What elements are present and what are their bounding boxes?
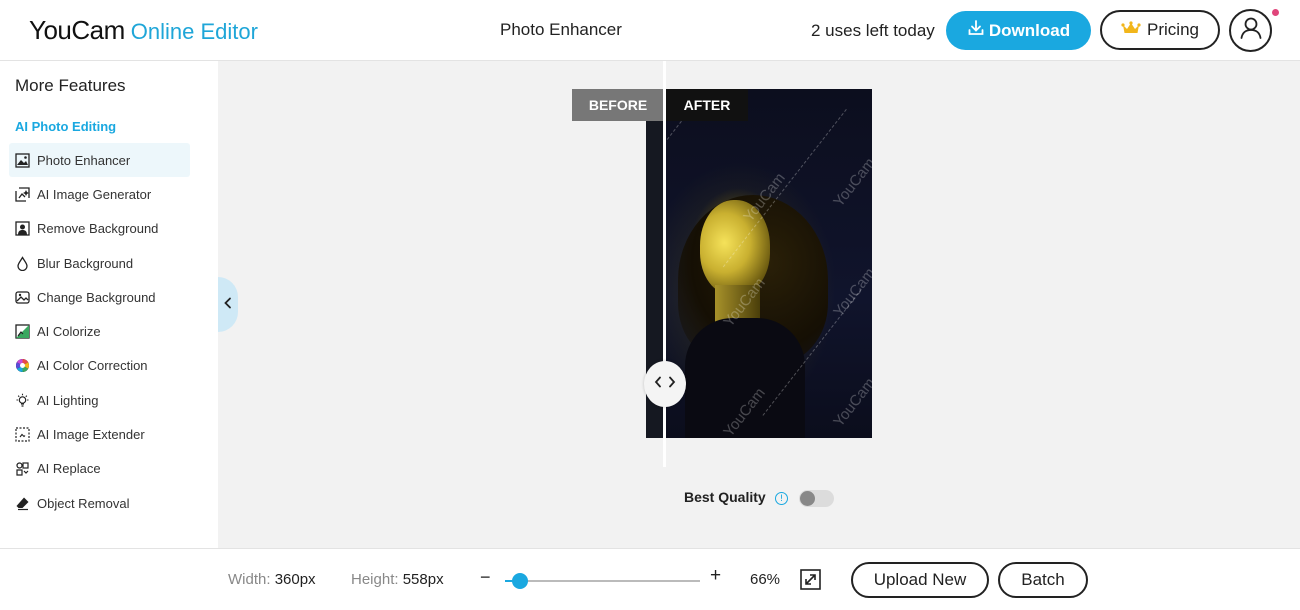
zoom-slider[interactable] <box>505 573 700 589</box>
sidebar-item-object-removal[interactable]: Object Removal <box>9 486 190 520</box>
sidebar-item-label: Object Removal <box>37 495 130 511</box>
top-bar: YouCam Online Editor Photo Enhancer 2 use… <box>0 0 1300 61</box>
uses-left-text: 2 uses left today <box>811 21 935 40</box>
sidebar-item-ai-image-generator[interactable]: AI Image Generator <box>9 177 190 211</box>
sidebar-item-ai-replace[interactable]: AI Replace <box>9 452 190 486</box>
zoom-value: 66% <box>750 571 781 588</box>
best-quality-toggle[interactable] <box>799 490 834 507</box>
droplet-icon <box>14 255 30 271</box>
download-button[interactable]: Download <box>946 11 1091 50</box>
colorize-icon <box>14 324 30 340</box>
chevron-left-icon <box>223 296 233 314</box>
sidebar-item-label: Blur Background <box>37 255 134 271</box>
logo[interactable]: YouCam Online Editor <box>29 15 258 46</box>
sidebar-item-blur-background[interactable]: Blur Background <box>9 246 190 280</box>
logo-product: Online Editor <box>130 19 258 44</box>
sidebar-item-ai-image-extender[interactable]: AI Image Extender <box>9 417 190 451</box>
after-label: AFTER <box>666 89 748 121</box>
watermark-text: YouCam <box>830 264 872 321</box>
watermark-text: YouCam <box>830 154 872 211</box>
sidebar-item-label: Photo Enhancer <box>37 152 131 168</box>
best-quality-label: Best Quality <box>684 489 766 505</box>
sidebar-item-label: Remove Background <box>37 221 159 237</box>
width-readout: Width: 360px <box>228 571 316 588</box>
height-label: Height: <box>351 571 399 588</box>
compare-slider-handle[interactable] <box>644 361 686 407</box>
sidebar-item-change-background[interactable]: Change Background <box>9 280 190 314</box>
width-value: 360px <box>274 571 316 588</box>
light-bulb-icon <box>14 392 30 408</box>
height-readout: Height: 558px <box>351 571 444 588</box>
crown-icon <box>1121 20 1141 41</box>
sidebar-item-ai-lighting[interactable]: AI Lighting <box>9 383 190 417</box>
sidebar-item-ai-color-correction[interactable]: AI Color Correction <box>9 349 190 383</box>
fit-screen-icon[interactable] <box>800 569 821 590</box>
pricing-button[interactable]: Pricing <box>1100 10 1220 50</box>
download-icon <box>967 19 985 42</box>
page-title: Photo Enhancer <box>500 20 622 39</box>
sidebar-item-label: AI Colorize <box>37 324 101 340</box>
image-icon <box>14 152 30 168</box>
before-label: BEFORE <box>572 89 664 121</box>
sidebar: More Features AI Photo Editing Photo Enh… <box>0 61 218 548</box>
sidebar-item-ai-colorize[interactable]: AI Colorize <box>9 314 190 348</box>
sidebar-item-label: Change Background <box>37 289 156 305</box>
image-generator-icon <box>14 186 30 202</box>
landscape-icon <box>14 289 30 305</box>
replace-icon <box>14 461 30 477</box>
notification-dot <box>1272 9 1279 16</box>
upload-new-button[interactable]: Upload New <box>851 562 989 598</box>
sidebar-item-photo-enhancer[interactable]: Photo Enhancer <box>9 143 190 178</box>
batch-button[interactable]: Batch <box>998 562 1088 598</box>
sidebar-item-label: AI Image Extender <box>37 427 145 443</box>
zoom-in-button[interactable]: + <box>710 565 721 587</box>
sidebar-section-label: AI Photo Editing <box>15 119 117 134</box>
bottom-toolbar: Width: 360px Height: 558px − + 66% Uploa… <box>0 548 1300 610</box>
user-icon <box>1238 15 1264 46</box>
download-label: Download <box>988 20 1071 40</box>
zoom-slider-thumb[interactable] <box>512 573 528 589</box>
chevron-right-icon <box>668 375 676 393</box>
zoom-out-button[interactable]: − <box>480 567 491 588</box>
sidebar-item-label: AI Lighting <box>37 392 99 408</box>
logo-brand: YouCam <box>29 15 125 45</box>
sidebar-title: More Features <box>15 76 126 95</box>
account-avatar[interactable] <box>1229 9 1272 52</box>
sidebar-item-label: AI Image Generator <box>37 186 152 202</box>
watermark-text: YouCam <box>830 374 872 431</box>
sidebar-item-label: AI Replace <box>37 461 101 477</box>
feature-list: Photo Enhancer AI Image Generator Remove… <box>9 143 190 520</box>
toggle-knob <box>800 491 815 506</box>
color-wheel-icon <box>14 358 30 374</box>
remove-background-icon <box>14 221 30 237</box>
info-icon[interactable]: ! <box>775 492 788 505</box>
pricing-label: Pricing <box>1147 20 1199 39</box>
width-label: Width: <box>228 571 271 588</box>
height-value: 558px <box>402 571 444 588</box>
expand-frame-icon <box>14 427 30 443</box>
sidebar-item-remove-background[interactable]: Remove Background <box>9 212 190 246</box>
eraser-icon <box>14 495 30 511</box>
sidebar-item-label: AI Color Correction <box>37 358 148 374</box>
chevron-left-icon <box>654 375 662 393</box>
